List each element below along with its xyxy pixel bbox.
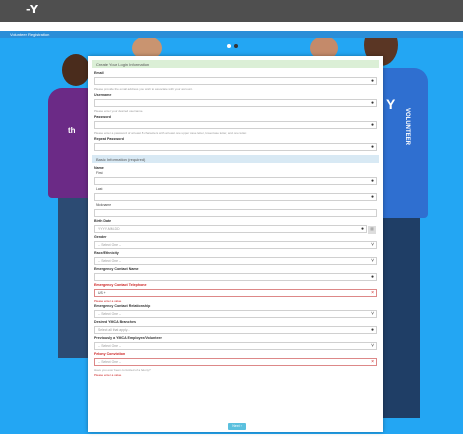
- ymca-shirt-logo-icon: Y: [386, 96, 396, 112]
- password-field[interactable]: ●: [94, 121, 377, 129]
- carousel-dot-2[interactable]: [234, 44, 238, 48]
- last-name-field[interactable]: ●: [94, 193, 377, 201]
- felony-error: Please enter a value: [94, 373, 122, 377]
- required-icon: ●: [370, 178, 374, 184]
- felony-label: Felony Conviction: [94, 352, 126, 356]
- chevron-down-icon: ˅: [371, 343, 374, 349]
- nickname-label: Nickname: [96, 203, 112, 207]
- last-name-label: Last: [96, 187, 103, 191]
- chevron-down-icon: ˅: [371, 258, 374, 264]
- birth-date-field[interactable]: YYYY-MM-DD ● ▦: [94, 225, 376, 234]
- required-icon: ●: [370, 122, 374, 128]
- required-icon: ●: [370, 144, 374, 150]
- required-icon: ●: [370, 78, 374, 84]
- emergency-phone-label: Emergency Contact Telephone: [94, 283, 147, 287]
- required-icon: ●: [370, 194, 374, 200]
- next-button[interactable]: Next ›: [228, 423, 246, 430]
- gender-select[interactable]: -- Select One -- ˅: [94, 241, 377, 249]
- ymca-logo[interactable]: -Y: [26, 3, 39, 16]
- birth-date-label: Birth Date: [94, 219, 112, 223]
- race-label: Race/Ethnicity: [94, 251, 119, 255]
- chevron-down-icon: ˅: [371, 242, 374, 248]
- emergency-phone-field[interactable]: US + ×: [94, 289, 377, 297]
- nickname-field[interactable]: [94, 209, 377, 217]
- repeat-password-label: Repeat Password: [94, 137, 124, 141]
- shirt-text-right: VOLUNTEER: [404, 108, 410, 146]
- shirt-text-left: th: [68, 126, 76, 135]
- top-bar: -Y: [0, 0, 463, 22]
- calendar-icon[interactable]: ▦: [368, 226, 376, 234]
- first-name-label: First: [96, 171, 103, 175]
- gender-label: Gender: [94, 235, 107, 239]
- required-icon: ●: [360, 226, 364, 232]
- emergency-relationship-label: Emergency Contact Relationship: [94, 304, 151, 308]
- felony-hint: Have you ever been convicted of a felony…: [94, 368, 151, 372]
- prev-employee-label: Previously a YMCA Employee/Volunteer: [94, 336, 162, 340]
- required-icon: ●: [370, 327, 374, 333]
- page-banner: Volunteer Registration: [0, 31, 463, 38]
- email-field[interactable]: ●: [94, 77, 377, 85]
- email-hint: Please provide the email address you wis…: [94, 87, 193, 91]
- felony-select[interactable]: -- Select One -- ×: [94, 358, 377, 366]
- error-icon: ×: [371, 359, 374, 365]
- carousel-dot-1[interactable]: [227, 44, 231, 48]
- email-label: Email: [94, 71, 104, 75]
- emergency-phone-error: Please enter a value: [94, 299, 122, 303]
- error-icon: ×: [371, 290, 374, 296]
- username-label: Username: [94, 93, 112, 97]
- password-label: Password: [94, 115, 111, 119]
- username-hint: Please enter your desired username.: [94, 109, 144, 113]
- carousel-dots[interactable]: [227, 44, 238, 48]
- prev-employee-select[interactable]: -- Select One -- ˅: [94, 342, 377, 350]
- required-icon: ●: [370, 274, 374, 280]
- emergency-name-label: Emergency Contact Name: [94, 267, 139, 271]
- registration-form-card: Create Your Login Information Email ● Pl…: [88, 56, 383, 432]
- repeat-password-field[interactable]: ●: [94, 143, 377, 151]
- password-hint: Please enter a password of at least 8 ch…: [94, 131, 247, 135]
- first-name-field[interactable]: ●: [94, 177, 377, 185]
- login-section-header: Create Your Login Information: [92, 60, 379, 68]
- emergency-relationship-select[interactable]: -- Select One -- ˅: [94, 310, 377, 318]
- username-field[interactable]: ●: [94, 99, 377, 107]
- required-icon: ●: [370, 100, 374, 106]
- emergency-name-field[interactable]: ●: [94, 273, 377, 281]
- branches-select[interactable]: Select all that apply... ●: [94, 326, 377, 334]
- race-select[interactable]: -- Select One -- ˅: [94, 257, 377, 265]
- basic-section-header: Basic Information (required): [92, 155, 379, 163]
- branches-label: Desired YMCA Branches: [94, 320, 136, 324]
- chevron-down-icon: ˅: [371, 311, 374, 317]
